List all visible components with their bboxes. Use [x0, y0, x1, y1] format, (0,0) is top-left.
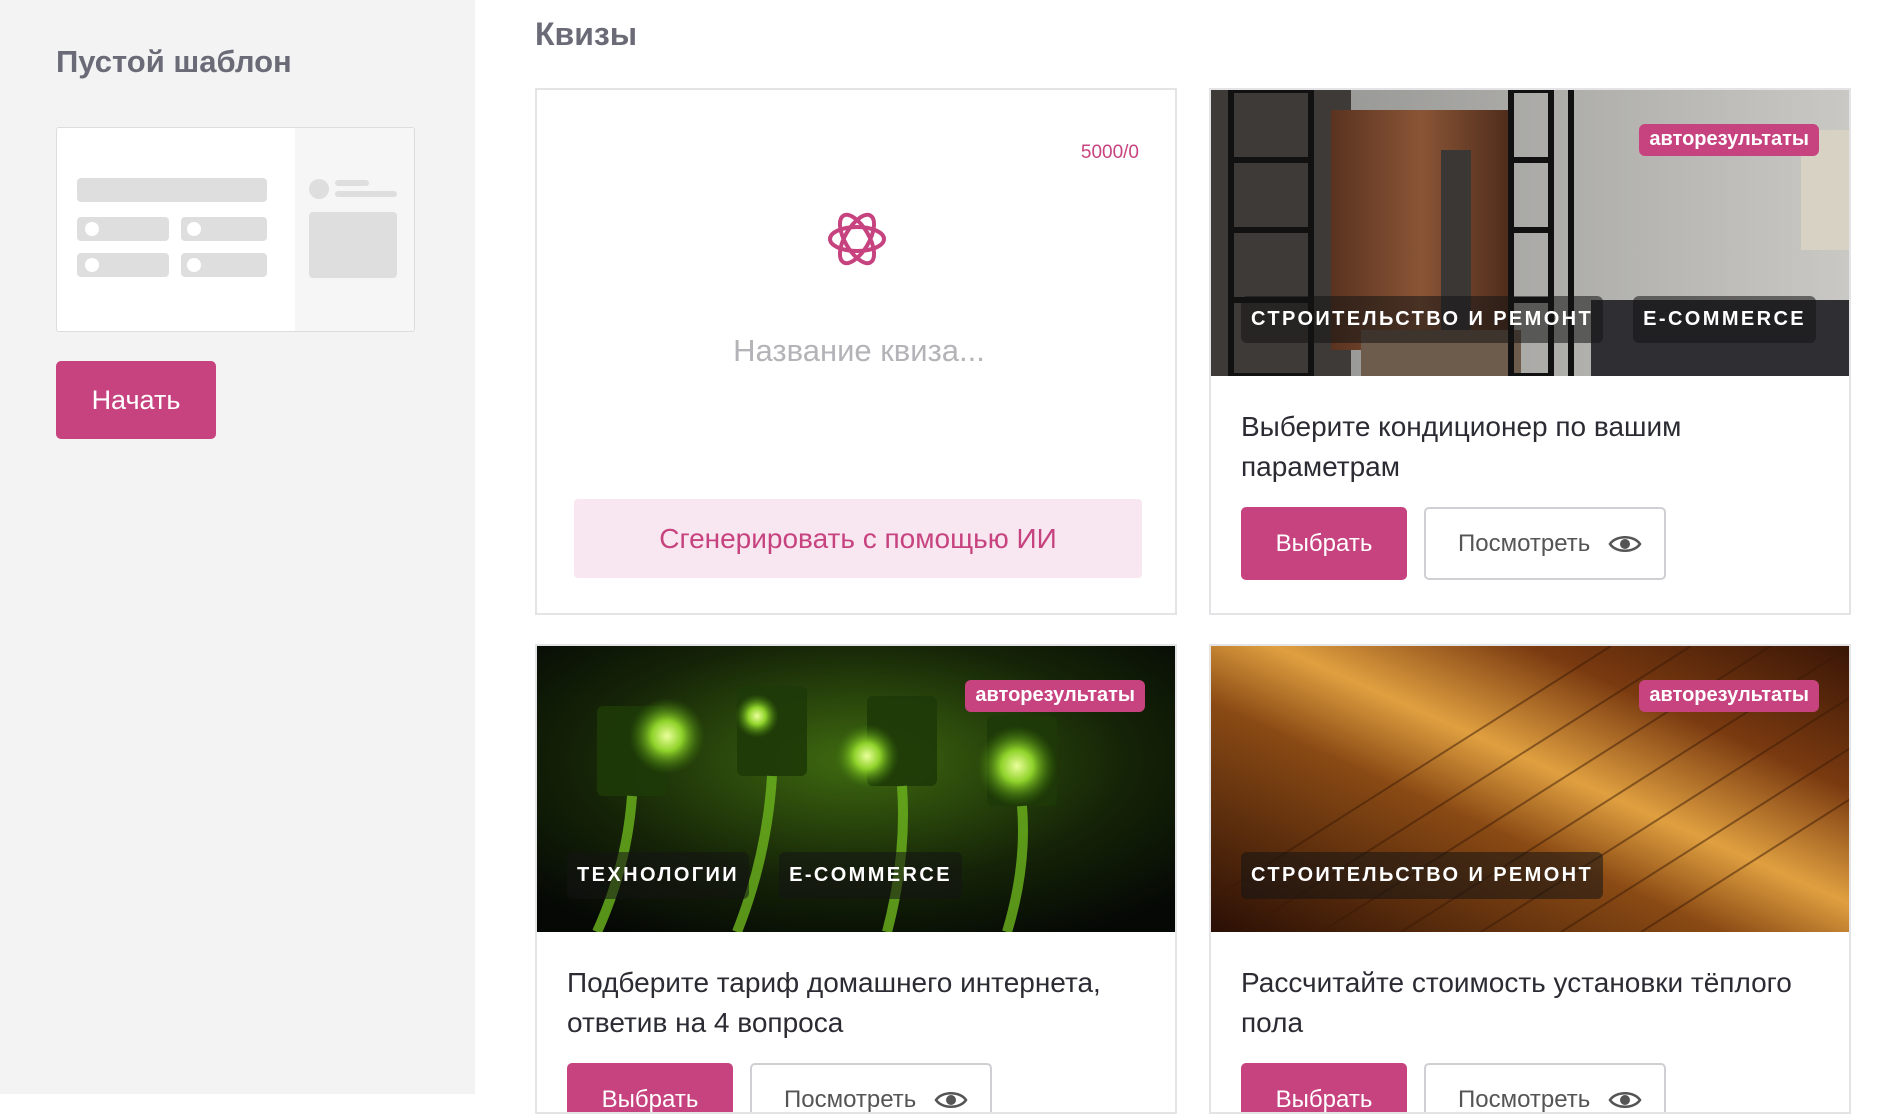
- quiz-template-card[interactable]: авторезультаты ТЕХНОЛОГИИ E-COMMERCE Под…: [535, 644, 1177, 1114]
- token-counter: 5000/0: [1080, 142, 1139, 163]
- view-button-label: Посмотреть: [1458, 1085, 1591, 1113]
- card-title: Рассчитайте стоимость установки тёплого …: [1241, 967, 1792, 1038]
- quiz-name-input[interactable]: [577, 320, 1141, 382]
- preview-radio: [187, 222, 201, 236]
- preview-image: [309, 212, 397, 278]
- preview-avatar: [309, 179, 329, 199]
- choose-button[interactable]: Выбрать: [1241, 507, 1407, 580]
- eye-icon: [934, 1088, 968, 1112]
- category-tag: E-COMMERCE: [1633, 296, 1817, 343]
- blank-template-preview[interactable]: [56, 127, 415, 332]
- preview-bar: [77, 178, 267, 202]
- card-tags: ТЕХНОЛОГИИ E-COMMERCE: [567, 852, 962, 899]
- quiz-templates-panel: Квизы 5000/0 Сгенерировать с помощью ИИ: [475, 0, 1904, 1114]
- auto-results-badge: авторезультаты: [1639, 680, 1819, 712]
- choose-button[interactable]: Выбрать: [1241, 1063, 1407, 1112]
- ai-quiz-generator-card: 5000/0 Сгенерировать с помощью ИИ: [535, 88, 1177, 615]
- card-tags: СТРОИТЕЛЬСТВО И РЕМОНТ: [1241, 852, 1604, 899]
- preview-radio: [85, 258, 99, 272]
- category-tag: ТЕХНОЛОГИИ: [567, 852, 750, 899]
- auto-results-badge: авторезультаты: [1639, 124, 1819, 156]
- eye-icon: [1608, 1088, 1642, 1112]
- openai-logo-icon: [824, 206, 890, 272]
- blank-template-title: Пустой шаблон: [56, 44, 292, 79]
- category-tag: СТРОИТЕЛЬСТВО И РЕМОНТ: [1241, 296, 1604, 343]
- view-button-label: Посмотреть: [1458, 529, 1591, 557]
- category-tag: СТРОИТЕЛЬСТВО И РЕМОНТ: [1241, 852, 1604, 899]
- preview-radio: [85, 222, 99, 236]
- preview-radio: [187, 258, 201, 272]
- quiz-template-card[interactable]: авторезультаты СТРОИТЕЛЬСТВО И РЕМОНТ Ра…: [1209, 644, 1851, 1114]
- start-button[interactable]: Начать: [56, 361, 216, 439]
- eye-icon: [1608, 532, 1642, 556]
- view-button[interactable]: Посмотреть: [1424, 507, 1666, 580]
- preview-line: [335, 191, 397, 197]
- auto-results-badge: авторезультаты: [965, 680, 1145, 712]
- generate-with-ai-button[interactable]: Сгенерировать с помощью ИИ: [574, 499, 1142, 578]
- card-title: Подберите тариф домашнего интернета, отв…: [567, 967, 1101, 1038]
- section-title: Квизы: [535, 16, 638, 52]
- choose-button[interactable]: Выбрать: [567, 1063, 733, 1112]
- card-title: Выберите кондиционер по вашим параметрам: [1241, 411, 1682, 482]
- view-button[interactable]: Посмотреть: [750, 1063, 992, 1113]
- preview-side-panel: [295, 128, 414, 331]
- view-button-label: Посмотреть: [784, 1085, 917, 1113]
- card-tags: СТРОИТЕЛЬСТВО И РЕМОНТ E-COMMERCE: [1241, 296, 1817, 343]
- view-button[interactable]: Посмотреть: [1424, 1063, 1666, 1113]
- sidebar: Пустой шаблон Начать: [0, 0, 475, 1094]
- quiz-template-card[interactable]: авторезультаты СТРОИТЕЛЬСТВО И РЕМОНТ E-…: [1209, 88, 1851, 615]
- category-tag: E-COMMERCE: [779, 852, 962, 899]
- preview-line: [335, 180, 369, 186]
